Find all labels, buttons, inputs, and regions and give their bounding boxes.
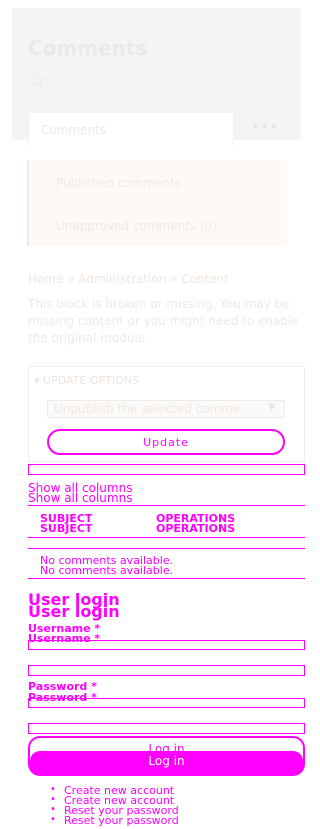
list-bullet: • (50, 814, 56, 825)
divider (28, 548, 305, 549)
subtab-unapproved-comments[interactable]: Unapproved comments (0) (56, 219, 217, 233)
update-button-label: Update (143, 436, 189, 449)
username-input-echo[interactable] (28, 665, 305, 676)
bulk-action-select[interactable]: Unpublish the selected comme (47, 400, 285, 418)
secondary-tabs (27, 160, 287, 246)
username-input[interactable] (28, 640, 305, 650)
tabs-more-button[interactable]: ••• (252, 120, 279, 134)
broken-block-message: This block is broken or missing. You may… (28, 297, 299, 345)
password-input[interactable] (28, 698, 305, 708)
tab-comments-label: Comments (41, 123, 107, 137)
divider (28, 537, 305, 538)
column-header-operations-echo: OPERATIONS (156, 522, 236, 535)
subtab-published-comments[interactable]: Published comments (56, 176, 181, 190)
reset-password-link-echo[interactable]: Reset your password (64, 815, 179, 826)
show-all-columns-link-echo[interactable]: Show all columns (28, 492, 132, 504)
update-options-legend[interactable]: ▾ UPDATE OPTIONS (34, 374, 139, 387)
login-button-label-echo: Log in (148, 754, 185, 768)
divider (28, 505, 305, 506)
triangle-down-icon: ▼ (268, 402, 276, 413)
password-input-echo[interactable] (28, 723, 305, 734)
page-title: Comments (28, 36, 148, 60)
column-header-subject-echo[interactable]: SUBJECT (40, 523, 92, 534)
tab-comments[interactable]: Comments (28, 112, 234, 146)
star-outline-icon[interactable]: ☆ (28, 68, 46, 92)
divider (28, 578, 305, 579)
empty-table-message-echo: No comments available. (40, 564, 174, 577)
user-login-title-echo: User login (28, 602, 120, 621)
breadcrumb[interactable]: Home » Administration » Content (28, 272, 229, 286)
update-button[interactable]: Update (47, 429, 285, 455)
table-toolbar-box (28, 464, 305, 475)
